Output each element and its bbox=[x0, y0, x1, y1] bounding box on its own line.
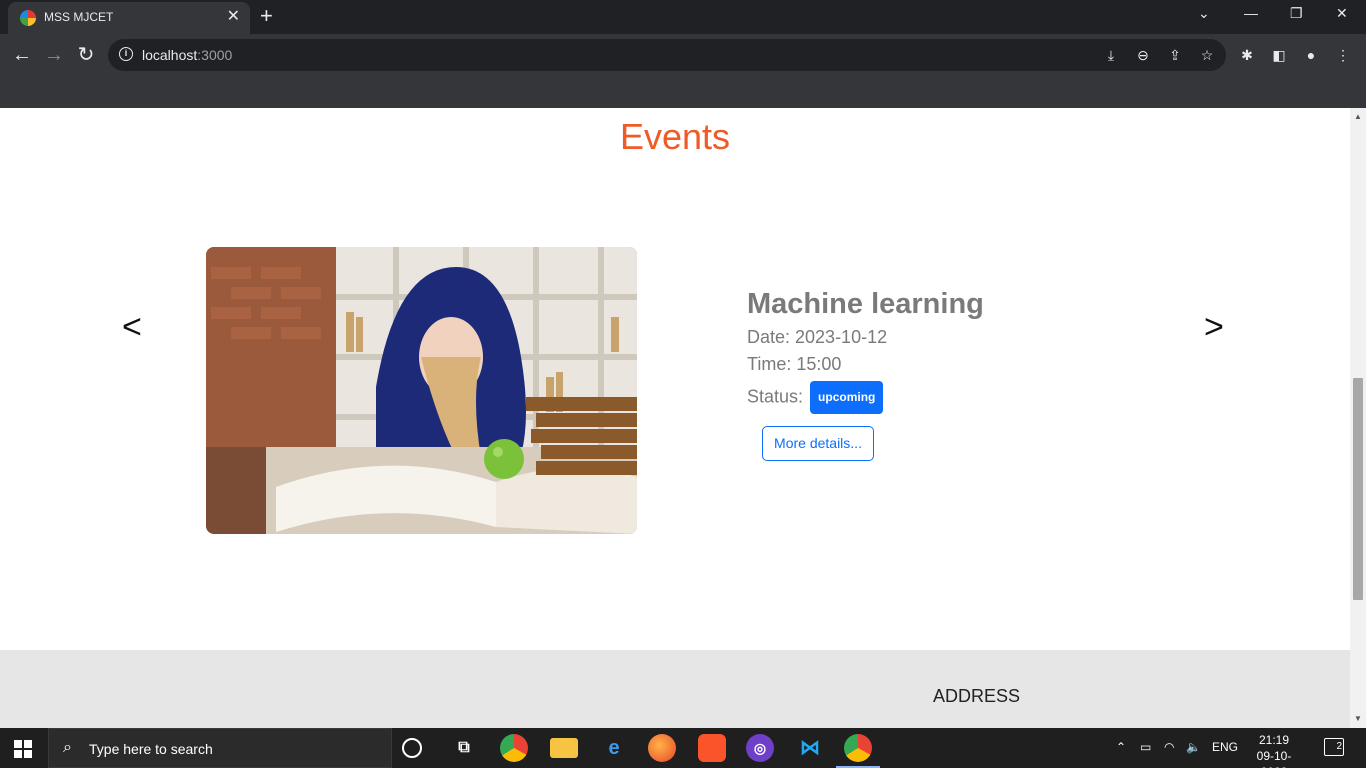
new-tab-icon[interactable]: + bbox=[260, 5, 273, 27]
url-text: localhost:3000 bbox=[142, 47, 232, 63]
tab-title: MSS MJCET bbox=[44, 10, 114, 24]
event-name: Machine learning bbox=[747, 288, 984, 320]
side-panel-icon[interactable]: ◧ bbox=[1270, 46, 1288, 64]
browser-toolbar: ← → ↻ i localhost:3000 ⤓ ⊖ ⇪ ☆ ✱ ◧ ● ⋮ bbox=[0, 34, 1366, 76]
forward-icon[interactable]: → bbox=[42, 43, 66, 67]
browser-tab[interactable]: MSS MJCET ✕ bbox=[8, 2, 250, 34]
url-port: :3000 bbox=[197, 47, 233, 63]
carousel-next-button[interactable]: > bbox=[1204, 308, 1224, 347]
close-window-icon[interactable]: ✕ bbox=[1336, 5, 1348, 22]
carousel-prev-button[interactable]: < bbox=[122, 308, 142, 347]
taskbar-search-placeholder: Type here to search bbox=[89, 741, 213, 757]
battery-icon[interactable]: ▭ bbox=[1140, 740, 1151, 754]
windows-taskbar: ⌕ Type here to search ⧉ e ◎ ⋈ ⌃ ▭ ◠ 🔈 EN… bbox=[0, 728, 1366, 779]
bookmarks-bar bbox=[0, 76, 1366, 108]
restore-icon[interactable]: ❐ bbox=[1290, 5, 1303, 22]
taskbar-search[interactable]: ⌕ Type here to search bbox=[48, 728, 392, 768]
edge-icon[interactable]: e bbox=[600, 734, 628, 762]
menu-icon[interactable]: ⋮ bbox=[1334, 46, 1352, 64]
address-bar[interactable]: i localhost:3000 ⤓ ⊖ ⇪ ☆ bbox=[108, 39, 1226, 71]
share-icon[interactable]: ⇪ bbox=[1166, 46, 1184, 64]
zoom-icon[interactable]: ⊖ bbox=[1134, 46, 1152, 64]
close-tab-icon[interactable]: ✕ bbox=[227, 8, 240, 26]
status-badge: upcoming bbox=[810, 381, 884, 414]
chrome-profile-icon[interactable] bbox=[836, 734, 880, 768]
windows-start-icon[interactable] bbox=[14, 740, 32, 758]
event-image bbox=[206, 247, 637, 534]
taskbar-clock[interactable]: 21:19 09-10-2023 bbox=[1244, 732, 1304, 780]
back-icon[interactable]: ← bbox=[10, 43, 34, 67]
install-app-icon[interactable]: ⤓ bbox=[1102, 46, 1120, 64]
reload-icon[interactable]: ↻ bbox=[74, 43, 98, 67]
brave-icon[interactable] bbox=[698, 734, 726, 762]
language-indicator[interactable]: ENG bbox=[1212, 740, 1238, 754]
page-footer: ADDRESS bbox=[0, 650, 1350, 728]
task-view-icon[interactable]: ⧉ bbox=[450, 734, 478, 762]
notification-center-icon[interactable]: 2 bbox=[1324, 738, 1344, 756]
cortana-icon[interactable] bbox=[402, 738, 422, 758]
event-status: Status: upcoming bbox=[747, 381, 984, 414]
page-scrollbar[interactable]: ▲ ▼ bbox=[1350, 108, 1366, 728]
url-host: localhost bbox=[142, 47, 198, 63]
search-icon: ⌕ bbox=[63, 739, 72, 756]
browser-tabstrip: MSS MJCET ✕ + ⌄ — ❐ ✕ bbox=[0, 0, 1366, 34]
file-explorer-icon[interactable] bbox=[550, 738, 578, 758]
firefox-icon[interactable] bbox=[648, 734, 676, 762]
wifi-icon[interactable]: ◠ bbox=[1164, 740, 1174, 754]
more-details-button[interactable]: More details... bbox=[762, 426, 874, 461]
vscode-icon[interactable]: ⋈ bbox=[796, 734, 824, 762]
bookmark-star-icon[interactable]: ☆ bbox=[1198, 46, 1216, 64]
scrollbar-thumb[interactable] bbox=[1353, 378, 1363, 600]
extensions-icon[interactable]: ✱ bbox=[1238, 46, 1256, 64]
address-heading: ADDRESS bbox=[933, 686, 1021, 706]
event-details: Machine learning Date: 2023-10-12 Time: … bbox=[747, 288, 984, 420]
tray-chevron-icon[interactable]: ⌃ bbox=[1116, 740, 1126, 754]
site-info-icon[interactable]: i bbox=[119, 47, 133, 61]
page-viewport: Events < > Machine learning Date: 2023-1… bbox=[0, 108, 1366, 728]
clock-time: 21:19 bbox=[1258, 733, 1290, 747]
events-heading: Events bbox=[619, 116, 731, 157]
tab-search-chevron-icon[interactable]: ⌄ bbox=[1198, 5, 1210, 22]
notification-count: 2 bbox=[1336, 741, 1342, 752]
minimize-icon[interactable]: — bbox=[1244, 5, 1258, 21]
profile-icon[interactable]: ● bbox=[1302, 46, 1320, 64]
scroll-down-icon[interactable]: ▼ bbox=[1353, 714, 1363, 723]
chrome-icon[interactable] bbox=[500, 734, 528, 762]
github-desktop-icon[interactable]: ◎ bbox=[746, 734, 774, 762]
event-date: Date: 2023-10-12 bbox=[747, 327, 888, 347]
volume-icon[interactable]: 🔈 bbox=[1186, 740, 1201, 754]
event-time: Time: 15:00 bbox=[747, 354, 842, 374]
status-label: Status: bbox=[747, 386, 804, 407]
site-favicon-icon bbox=[20, 10, 36, 26]
scroll-up-icon[interactable]: ▲ bbox=[1353, 112, 1363, 121]
clock-date: 09-10-2023 bbox=[1256, 749, 1292, 779]
